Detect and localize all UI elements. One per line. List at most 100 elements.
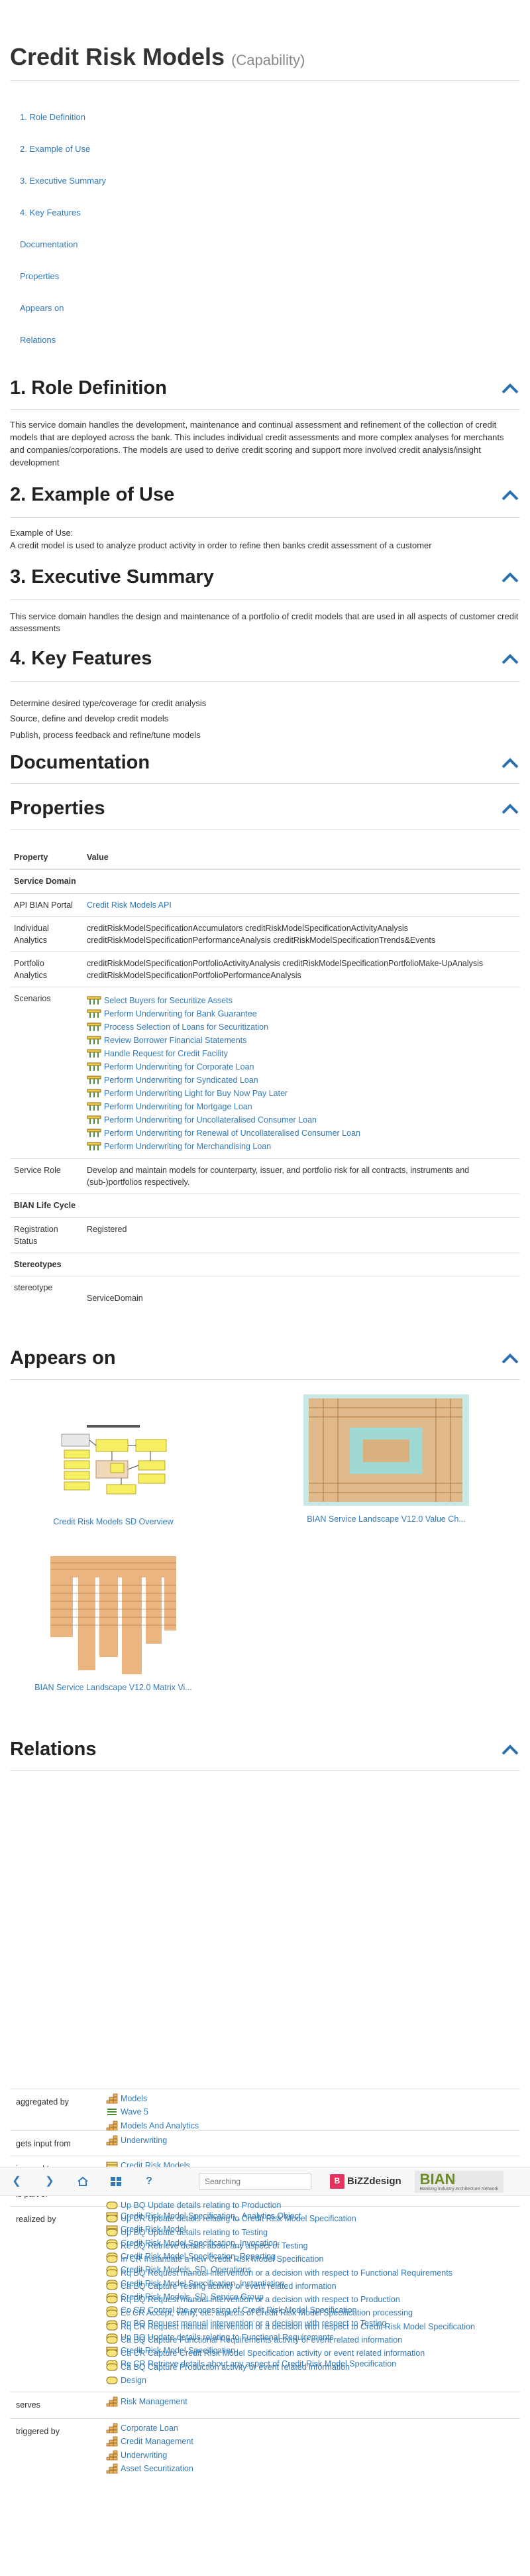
forward-icon[interactable]: ❯: [33, 2167, 66, 2196]
chevron-up-icon[interactable]: [502, 757, 519, 771]
scenario-link[interactable]: Perform Underwriting for Syndicated Loan: [104, 1074, 258, 1086]
view-thumbnail[interactable]: BIAN Service Landscape V12.0 Matrix Vi..…: [27, 1552, 199, 1693]
chevron-up-icon[interactable]: [502, 1744, 519, 1758]
relation-item[interactable]: Ca BQ Capture Production activity or eve…: [106, 2361, 475, 2374]
toc-key-features[interactable]: 4. Key Features: [20, 207, 520, 239]
relation-item[interactable]: Underwriting: [106, 2134, 167, 2147]
scenario-item[interactable]: Handle Request for Credit Facility: [87, 1047, 516, 1060]
relation-item[interactable]: Underwriting: [106, 2449, 193, 2462]
relation-item[interactable]: Up BQ Update details relating to Testing: [106, 2226, 475, 2239]
relation-item[interactable]: In CR Instantiate a new Credit Risk Mode…: [106, 2252, 475, 2266]
relation-item[interactable]: Rq BQ Request manual intervention or a d…: [106, 2266, 475, 2279]
relation-item[interactable]: Wave 5: [106, 2105, 199, 2118]
relation-item[interactable]: Design: [106, 2374, 475, 2387]
relation-item[interactable]: Up CR Update details relating to Credit …: [106, 2212, 475, 2225]
relation-link[interactable]: Models: [121, 2093, 147, 2105]
relation-link[interactable]: Up BQ Update details relating to Testing: [121, 2227, 268, 2239]
relation-link[interactable]: Underwriting: [121, 2134, 167, 2146]
toc-link[interactable]: 1. Role Definition: [20, 112, 85, 122]
relation-link[interactable]: Design: [121, 2374, 146, 2386]
relation-item[interactable]: Ec CR Accept, verify, etc. aspects of Cr…: [106, 2306, 475, 2319]
relation-item[interactable]: Asset Securitization: [106, 2462, 193, 2475]
toc-properties[interactable]: Properties: [20, 271, 520, 302]
toc-link[interactable]: 3. Executive Summary: [20, 176, 106, 186]
relation-link[interactable]: Up BQ Update details relating to Product…: [121, 2199, 282, 2211]
toc-example-of-use[interactable]: 2. Example of Use: [20, 143, 520, 175]
toc-link[interactable]: Relations: [20, 335, 56, 345]
toc-documentation[interactable]: Documentation: [20, 239, 520, 271]
scenario-link[interactable]: Perform Underwriting Light for Buy Now P…: [104, 1087, 288, 1099]
chevron-up-icon[interactable]: [502, 654, 519, 667]
relation-link[interactable]: Asset Securitization: [121, 2463, 193, 2475]
relation-link[interactable]: Rq BQ Request manual intervention or a d…: [121, 2294, 400, 2305]
scenario-item[interactable]: Perform Underwriting for Renewal of Unco…: [87, 1127, 516, 1140]
relation-link[interactable]: Ca BQ Capture Functional Requirements ac…: [121, 2334, 402, 2346]
chevron-up-icon[interactable]: [502, 572, 519, 585]
scenario-item[interactable]: Process Selection of Loans for Securitiz…: [87, 1020, 516, 1034]
relation-link[interactable]: In CR Instantiate a new Credit Risk Mode…: [121, 2253, 323, 2265]
toc-link[interactable]: 2. Example of Use: [20, 144, 90, 154]
toc-link[interactable]: Properties: [20, 271, 59, 281]
relation-item[interactable]: Rq BQ Request manual intervention or a d…: [106, 2293, 475, 2306]
relation-item[interactable]: Credit Management: [106, 2435, 193, 2448]
views-icon[interactable]: [99, 2167, 132, 2196]
toc-link[interactable]: 4. Key Features: [20, 208, 81, 217]
relation-link[interactable]: Up CR Update details relating to Credit …: [121, 2213, 356, 2225]
scenario-item[interactable]: Review Borrower Financial Statements: [87, 1034, 516, 1047]
relation-item[interactable]: Models: [106, 2092, 199, 2105]
chevron-up-icon[interactable]: [502, 804, 519, 817]
relation-item[interactable]: Ca BQ Capture Testing activity or event …: [106, 2280, 475, 2293]
relation-link[interactable]: Ca CR Capture Credit Risk Model Specific…: [121, 2347, 425, 2359]
scenario-link[interactable]: Perform Underwriting for Bank Guarantee: [104, 1008, 257, 1020]
relation-link[interactable]: Underwriting: [121, 2449, 167, 2461]
back-icon[interactable]: ❮: [0, 2167, 33, 2196]
view-link[interactable]: BIAN Service Landscape V12.0 Matrix Vi..…: [27, 1682, 199, 1693]
scenario-link[interactable]: Perform Underwriting for Corporate Loan: [104, 1061, 254, 1073]
scenario-link[interactable]: Perform Underwriting for Mortgage Loan: [104, 1101, 252, 1113]
help-icon[interactable]: ?: [132, 2167, 166, 2196]
toc-executive-summary[interactable]: 3. Executive Summary: [20, 175, 520, 207]
view-link[interactable]: BIAN Service Landscape V12.0 Value Ch...: [296, 1513, 476, 1525]
relation-link[interactable]: Rq BQ Request manual intervention or a d…: [121, 2267, 452, 2279]
scenario-item[interactable]: Select Buyers for Securitize Assets: [87, 994, 516, 1007]
scenario-item[interactable]: Perform Underwriting for Syndicated Loan: [87, 1073, 516, 1087]
scenario-item[interactable]: Perform Underwriting for Merchandising L…: [87, 1140, 516, 1153]
scenario-link[interactable]: Handle Request for Credit Facility: [104, 1048, 228, 1060]
scenario-item[interactable]: Perform Underwriting for Bank Guarantee: [87, 1007, 516, 1020]
scenario-link[interactable]: Process Selection of Loans for Securitiz…: [104, 1021, 268, 1033]
scenario-item[interactable]: Perform Underwriting for Corporate Loan: [87, 1060, 516, 1073]
scenario-link[interactable]: Review Borrower Financial Statements: [104, 1034, 246, 1046]
relation-link[interactable]: Re BQ Retrieve details about any aspect …: [121, 2240, 308, 2252]
home-icon[interactable]: [66, 2167, 99, 2196]
relation-item[interactable]: Rq CR Request manual intervention or a d…: [106, 2320, 475, 2333]
toc-link[interactable]: Appears on: [20, 303, 64, 313]
scenario-item[interactable]: Perform Underwriting Light for Buy Now P…: [87, 1087, 516, 1100]
toc-relations[interactable]: Relations: [20, 334, 520, 366]
scenario-link[interactable]: Perform Underwriting for Renewal of Unco…: [104, 1127, 360, 1139]
search-input[interactable]: [199, 2173, 311, 2190]
relation-link[interactable]: Ca BQ Capture Testing activity or event …: [121, 2280, 337, 2292]
toc-link[interactable]: Documentation: [20, 239, 78, 249]
relation-link[interactable]: Ec CR Accept, verify, etc. aspects of Cr…: [121, 2307, 413, 2319]
chevron-up-icon[interactable]: [502, 1353, 519, 1367]
relation-item[interactable]: Corporate Loan: [106, 2422, 193, 2435]
scenario-link[interactable]: Perform Underwriting for Merchandising L…: [104, 1140, 271, 1152]
relation-item[interactable]: Up BQ Update details relating to Product…: [106, 2199, 475, 2212]
relation-item[interactable]: Risk Management: [106, 2395, 187, 2408]
chevron-up-icon[interactable]: [502, 383, 519, 397]
scenario-link[interactable]: Perform Underwriting for Uncollateralise…: [104, 1114, 317, 1126]
relation-item[interactable]: Ca CR Capture Credit Risk Model Specific…: [106, 2347, 475, 2360]
relation-link[interactable]: Risk Management: [121, 2396, 187, 2408]
relation-link[interactable]: Credit Management: [121, 2435, 193, 2447]
relation-link[interactable]: Corporate Loan: [121, 2422, 178, 2434]
scenario-item[interactable]: Perform Underwriting for Mortgage Loan: [87, 1100, 516, 1113]
chevron-up-icon[interactable]: [502, 490, 519, 503]
scenario-link[interactable]: Select Buyers for Securitize Assets: [104, 995, 233, 1007]
view-thumbnail[interactable]: Credit Risk Models SD Overview: [27, 1420, 199, 1528]
toc-appears-on[interactable]: Appears on: [20, 302, 520, 334]
view-thumbnail[interactable]: BIAN Service Landscape V12.0 Value Ch...: [296, 1394, 476, 1525]
view-link[interactable]: Credit Risk Models SD Overview: [27, 1516, 199, 1528]
relation-link[interactable]: Ca BQ Capture Production activity or eve…: [121, 2361, 350, 2373]
relation-link[interactable]: Wave 5: [121, 2106, 148, 2118]
api-portal-link[interactable]: Credit Risk Models API: [87, 900, 172, 910]
